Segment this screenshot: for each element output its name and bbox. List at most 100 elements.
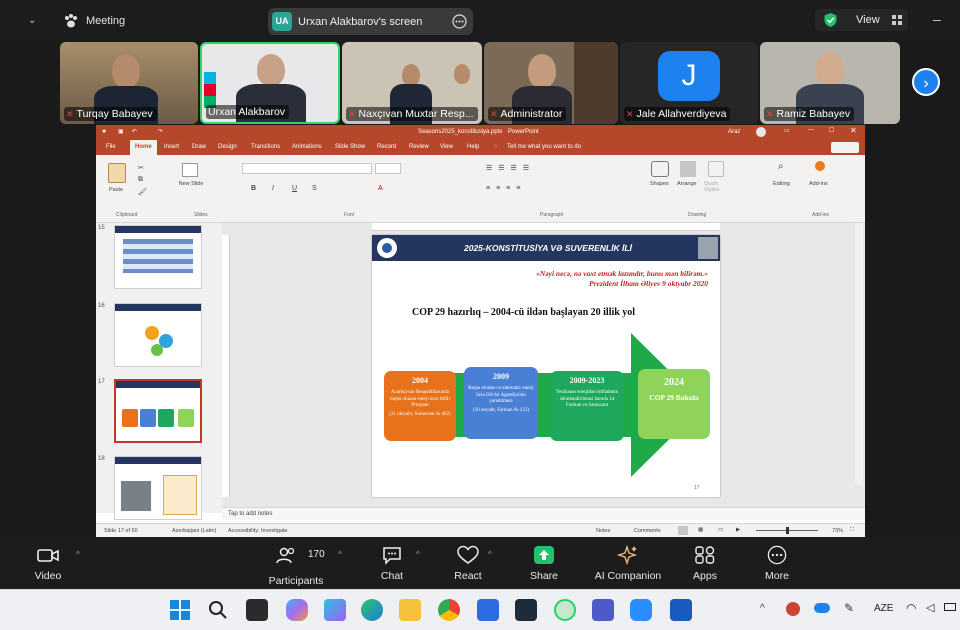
notes-pane[interactable]: Tap to add notes xyxy=(222,507,865,520)
slide-sorter-icon[interactable]: ▦ xyxy=(698,527,703,533)
tab-draw[interactable]: Draw xyxy=(192,144,206,150)
user-avatar[interactable] xyxy=(756,127,766,137)
copilot-pro-icon[interactable] xyxy=(324,599,346,621)
file-explorer-icon[interactable] xyxy=(399,599,421,621)
participant-tile[interactable]: ✕ Naxçıvan Muxtar Resp... xyxy=(342,42,482,124)
vertical-scrollbar[interactable] xyxy=(855,223,863,485)
view-button[interactable]: View xyxy=(815,9,908,31)
bold-icon[interactable]: B xyxy=(251,185,256,192)
font-size-dropdown[interactable] xyxy=(375,163,401,174)
tab-file[interactable]: File xyxy=(106,144,116,150)
window-minimize-icon[interactable]: – xyxy=(933,11,941,27)
next-participants-arrow-icon[interactable]: › xyxy=(912,68,940,96)
notes-toggle[interactable]: Notes xyxy=(596,528,610,534)
screen-share-indicator[interactable]: UA Urxan Alakbarov's screen xyxy=(268,8,473,35)
video-button[interactable]: Video xyxy=(20,537,76,589)
tab-insert[interactable]: Insert xyxy=(164,144,179,150)
chevron-up-icon[interactable]: ^ xyxy=(488,550,492,559)
slide-thumbnail[interactable] xyxy=(114,303,202,367)
search-icon[interactable] xyxy=(208,600,228,620)
tab-record[interactable]: Record xyxy=(377,144,396,150)
onedrive-icon[interactable] xyxy=(814,603,830,613)
chrome-browser-icon[interactable] xyxy=(438,599,460,621)
font-name-dropdown[interactable] xyxy=(242,163,372,174)
chevron-up-icon[interactable]: ^ xyxy=(76,550,80,559)
align-icons[interactable]: ≡≡≡≡ xyxy=(486,185,526,192)
slide-thumbnail[interactable] xyxy=(114,225,202,289)
chat-button[interactable]: Chat xyxy=(370,537,414,589)
quick-styles-icon[interactable] xyxy=(708,161,724,177)
volume-icon[interactable]: ◁ xyxy=(926,601,934,614)
shapes-icon[interactable] xyxy=(651,161,669,177)
accessibility-status[interactable]: Accessibility: Investigate xyxy=(228,528,288,534)
participant-tile[interactable]: ✕ Turqay Babayev xyxy=(60,42,198,124)
tab-slide-show[interactable]: Slide Show xyxy=(335,144,365,150)
apps-button[interactable]: Apps xyxy=(684,537,726,589)
fit-slide-icon[interactable]: ⛶ xyxy=(850,527,854,534)
save-icon[interactable]: ▣ xyxy=(118,128,124,135)
copy-icon[interactable]: ⧉ xyxy=(138,176,143,184)
chevron-down-icon[interactable]: ⌄ xyxy=(28,15,36,26)
ai-companion-button[interactable]: AI Companion xyxy=(592,537,664,589)
new-slide-icon[interactable] xyxy=(182,163,198,177)
react-button[interactable]: React xyxy=(446,537,490,589)
format-painter-icon[interactable]: 🖌 xyxy=(138,188,147,196)
tab-animations[interactable]: Animations xyxy=(292,144,322,150)
slide-thumbnail[interactable] xyxy=(114,456,202,520)
redo-icon[interactable]: ↷ xyxy=(158,128,163,135)
reading-view-icon[interactable]: ▭ xyxy=(718,527,723,533)
font-color-icon[interactable]: A xyxy=(378,185,383,192)
participants-button[interactable]: 170 Participants xyxy=(262,537,330,589)
underline-icon[interactable]: U xyxy=(292,185,297,192)
zoom-slider-thumb[interactable] xyxy=(786,527,789,534)
comments-toggle[interactable]: Comments xyxy=(634,528,661,534)
arrange-icon[interactable] xyxy=(680,161,696,177)
ribbon-display-icon[interactable]: ▭ xyxy=(784,127,790,134)
find-icon[interactable]: ⌕ xyxy=(778,161,784,172)
slide-editor-canvas[interactable]: 2025-KONSTİTUSİYA VƏ SUVERENLİK İLİ «Nəy… xyxy=(222,223,865,513)
tab-home[interactable]: Home xyxy=(130,140,157,155)
paste-icon[interactable] xyxy=(108,163,126,183)
tab-view[interactable]: View xyxy=(440,144,453,150)
participant-tile[interactable]: ✕ Administrator xyxy=(484,42,618,124)
chevron-up-icon[interactable]: ^ xyxy=(338,550,342,559)
battery-icon[interactable] xyxy=(944,603,956,611)
slide-thumbnail-selected[interactable] xyxy=(114,379,202,443)
wifi-icon[interactable]: ◠ xyxy=(906,601,916,615)
autosave-icon[interactable]: ● xyxy=(102,128,106,135)
more-options-icon[interactable] xyxy=(452,14,467,29)
whatsapp-icon[interactable] xyxy=(554,599,576,621)
cut-icon[interactable]: ✂ xyxy=(138,164,144,172)
tab-design[interactable]: Design xyxy=(218,144,237,150)
addins-icon[interactable] xyxy=(815,161,825,171)
participant-tile[interactable]: J ✕ Jale Allahverdiyeva xyxy=(620,42,758,124)
maximize-icon[interactable]: ☐ xyxy=(829,127,834,134)
zoom-app-icon[interactable] xyxy=(630,599,652,621)
tray-chevron-up-icon[interactable]: ^ xyxy=(760,603,765,614)
slideshow-icon[interactable]: ▶ xyxy=(736,527,740,533)
edge-browser-icon[interactable] xyxy=(361,599,383,621)
italic-icon[interactable]: I xyxy=(272,185,274,192)
tab-help[interactable]: Help xyxy=(467,144,479,150)
input-language[interactable]: AZE xyxy=(874,603,893,614)
participant-tile-active-speaker[interactable]: Urxan Alakbarov xyxy=(200,42,340,124)
close-icon[interactable]: ✕ xyxy=(850,126,857,135)
minimize-icon[interactable]: — xyxy=(808,127,814,133)
language-status[interactable]: Azerbaijani (Latin) xyxy=(172,528,216,534)
shadow-icon[interactable]: S xyxy=(312,185,317,192)
microsoft-store-icon[interactable] xyxy=(477,599,499,621)
windows-start-icon[interactable] xyxy=(170,600,190,620)
tray-app-icon[interactable] xyxy=(786,602,800,616)
share-button[interactable]: Share xyxy=(522,537,566,589)
normal-view-icon[interactable] xyxy=(678,526,688,535)
word-icon[interactable] xyxy=(670,599,692,621)
share-ppt-button[interactable] xyxy=(831,142,859,153)
task-view-icon[interactable] xyxy=(246,599,268,621)
tell-me-search[interactable]: Tell me what you want to do xyxy=(507,144,581,150)
current-slide[interactable]: 2025-KONSTİTUSİYA VƏ SUVERENLİK İLİ «Nəy… xyxy=(372,235,720,497)
teams-icon[interactable] xyxy=(592,599,614,621)
pen-icon[interactable]: ✎ xyxy=(844,601,854,615)
more-button[interactable]: More xyxy=(756,537,798,589)
chevron-up-icon[interactable]: ^ xyxy=(416,550,420,559)
undo-icon[interactable]: ↶ xyxy=(132,128,137,135)
